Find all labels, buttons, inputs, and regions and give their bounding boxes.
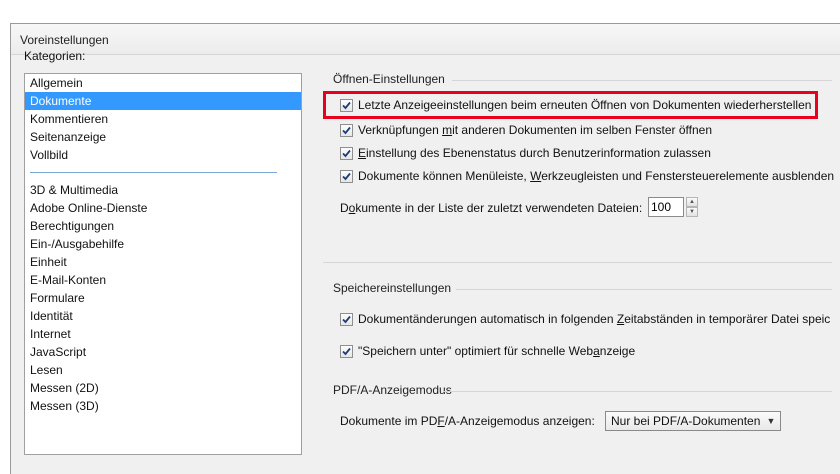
category-einheit[interactable]: Einheit bbox=[25, 253, 301, 271]
top-separator bbox=[323, 262, 832, 263]
category-seitenanzeige[interactable]: Seitenanzeige bbox=[25, 128, 301, 146]
title-bar: Voreinstellungen bbox=[11, 24, 840, 55]
pdfa-mode-label: Dokumente im PDF/A-Anzeigemodus anzeigen… bbox=[340, 414, 595, 428]
pdfa-mode-select[interactable]: Nur bei PDF/A-Dokumenten ▼ bbox=[605, 411, 781, 431]
autosave-label: Dokumentänderungen automatisch in folgen… bbox=[358, 312, 831, 326]
categories-list[interactable]: Allgemein Dokumente Kommentieren Seitena… bbox=[24, 73, 302, 455]
recent-files-label: Dokumente in der Liste der zuletzt verwe… bbox=[340, 201, 643, 215]
category-ein-ausgabehilfe[interactable]: Ein-/Ausgabehilfe bbox=[25, 235, 301, 253]
category-dokumente[interactable]: Dokumente bbox=[25, 92, 301, 110]
layer-state-checkbox[interactable] bbox=[340, 146, 353, 160]
categories-label: Kategorien: bbox=[24, 49, 86, 63]
category-separator bbox=[30, 172, 277, 173]
hide-menubar-row[interactable]: Dokumente können Menüleiste, Werkzeuglei… bbox=[340, 167, 834, 185]
category-identitaet[interactable]: Identität bbox=[25, 307, 301, 325]
category-email-konten[interactable]: E-Mail-Konten bbox=[25, 271, 301, 289]
category-lesen[interactable]: Lesen bbox=[25, 361, 301, 379]
layer-state-label: Einstellung des Ebenenstatus durch Benut… bbox=[358, 146, 711, 160]
hide-menubar-label: Dokumente können Menüleiste, Werkzeuglei… bbox=[358, 169, 835, 183]
hide-menubar-checkbox[interactable] bbox=[340, 169, 353, 183]
save-settings-title: Speichereinstellungen bbox=[333, 281, 452, 295]
pdfa-mode-value: Nur bei PDF/A-Dokumenten bbox=[611, 414, 761, 428]
category-adobe-online-dienste[interactable]: Adobe Online-Dienste bbox=[25, 199, 301, 217]
category-messen-3d[interactable]: Messen (3D) bbox=[25, 397, 301, 415]
pdfa-divider bbox=[443, 391, 832, 392]
save-settings-divider bbox=[456, 289, 832, 290]
autosave-row[interactable]: Dokumentänderungen automatisch in folgen… bbox=[340, 310, 830, 328]
fast-web-view-checkbox[interactable] bbox=[340, 344, 353, 358]
recent-files-input[interactable] bbox=[648, 197, 684, 217]
open-settings-divider bbox=[452, 80, 832, 81]
category-kommentieren[interactable]: Kommentieren bbox=[25, 110, 301, 128]
layer-state-row[interactable]: Einstellung des Ebenenstatus durch Benut… bbox=[340, 144, 711, 162]
recent-files-row: Dokumente in der Liste der zuletzt verwe… bbox=[340, 199, 642, 217]
category-allgemein[interactable]: Allgemein bbox=[25, 74, 301, 92]
spinner-buttons: ▲ ▼ bbox=[686, 197, 698, 217]
spin-down-icon[interactable]: ▼ bbox=[686, 207, 698, 217]
autosave-checkbox[interactable] bbox=[340, 312, 353, 326]
open-settings-title: Öffnen-Einstellungen bbox=[333, 72, 445, 86]
recent-files-spinner: ▲ ▼ bbox=[648, 197, 698, 217]
window-title: Voreinstellungen bbox=[20, 33, 109, 47]
category-vollbild[interactable]: Vollbild bbox=[25, 146, 301, 164]
category-javascript[interactable]: JavaScript bbox=[25, 343, 301, 361]
highlight-box bbox=[323, 91, 818, 119]
pdfa-title: PDF/A-Anzeigemodus bbox=[333, 383, 452, 397]
pdfa-mode-row: Dokumente im PDF/A-Anzeigemodus anzeigen… bbox=[340, 412, 595, 430]
fast-web-view-label: "Speichern unter" optimiert für schnelle… bbox=[358, 344, 636, 358]
open-links-checkbox[interactable] bbox=[340, 123, 353, 137]
open-links-row[interactable]: Verknüpfungen mit anderen Dokumenten im … bbox=[340, 121, 712, 139]
spin-up-icon[interactable]: ▲ bbox=[686, 197, 698, 207]
category-messen-2d[interactable]: Messen (2D) bbox=[25, 379, 301, 397]
category-berechtigungen[interactable]: Berechtigungen bbox=[25, 217, 301, 235]
category-3d-multimedia[interactable]: 3D & Multimedia bbox=[25, 181, 301, 199]
category-internet[interactable]: Internet bbox=[25, 325, 301, 343]
fast-web-view-row[interactable]: "Speichern unter" optimiert für schnelle… bbox=[340, 342, 635, 360]
chevron-down-icon[interactable]: ▼ bbox=[762, 416, 780, 426]
open-links-label: Verknüpfungen mit anderen Dokumenten im … bbox=[358, 123, 713, 137]
category-formulare[interactable]: Formulare bbox=[25, 289, 301, 307]
